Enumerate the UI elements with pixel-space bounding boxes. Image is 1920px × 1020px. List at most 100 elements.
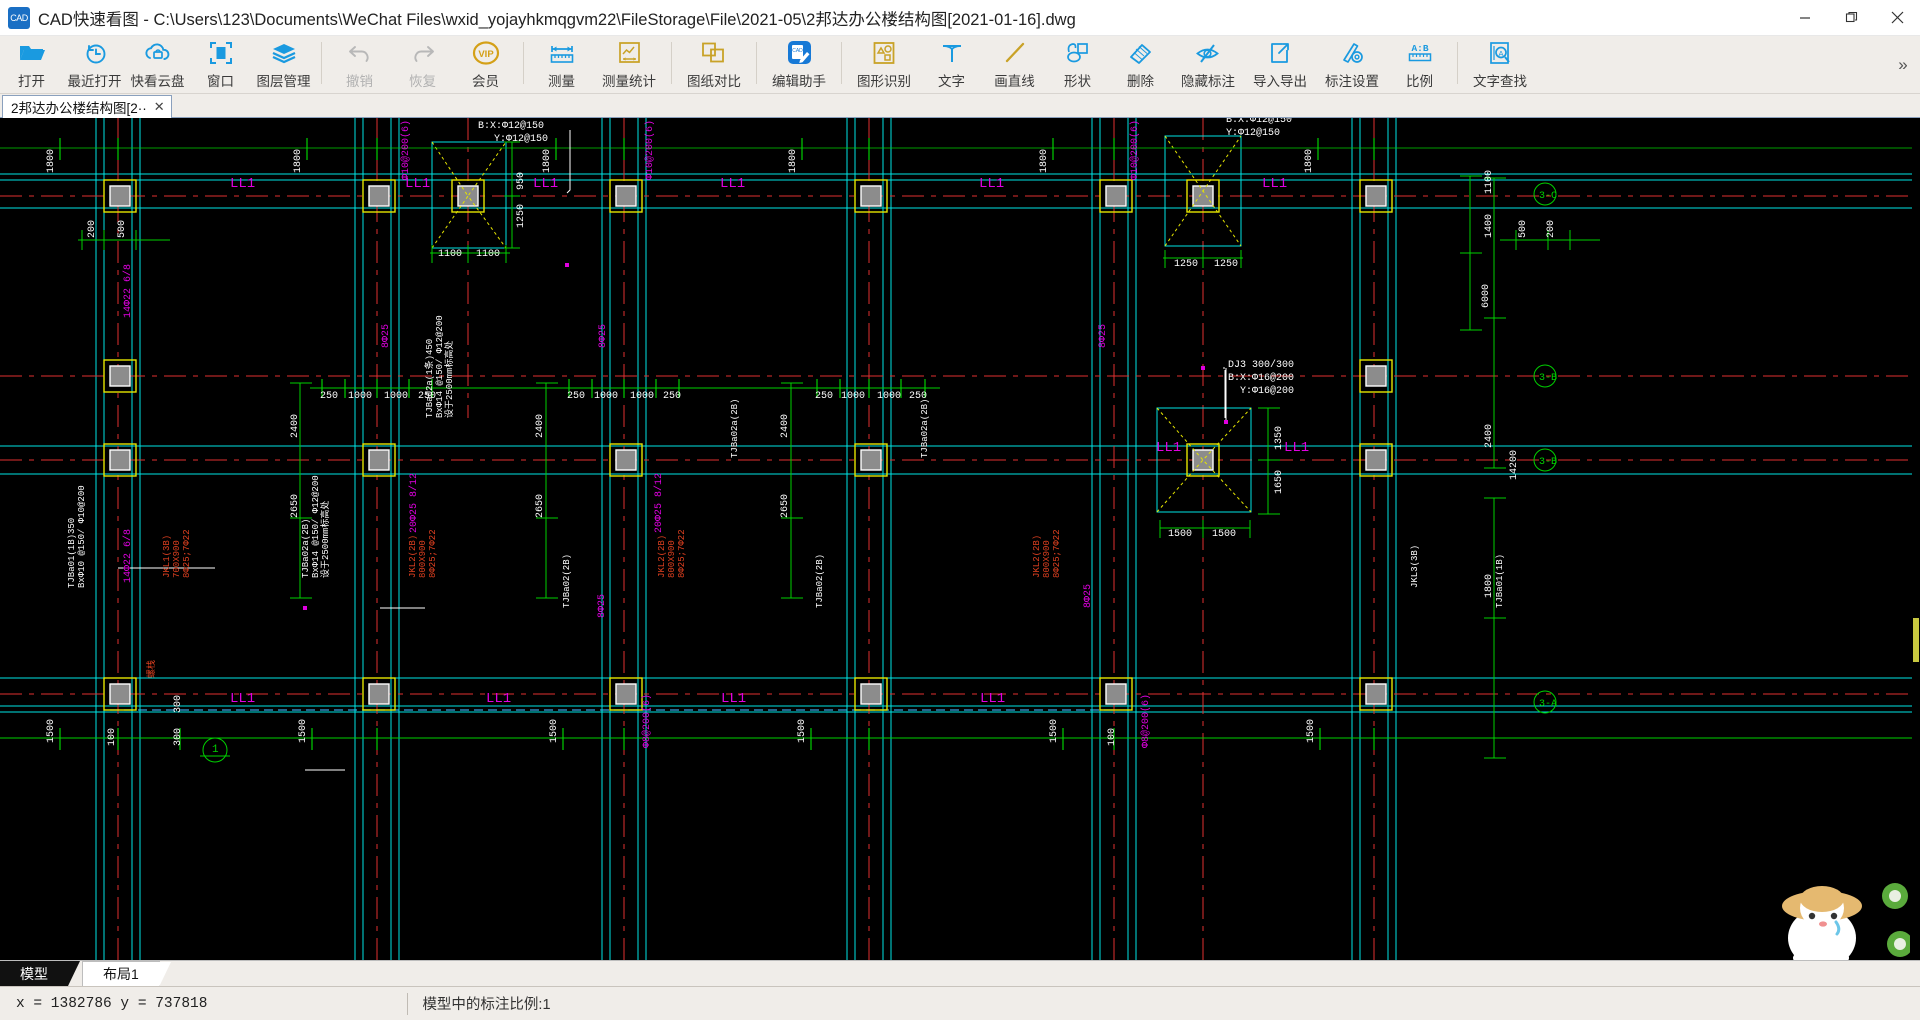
svg-text:螺栈: 螺栈: [145, 660, 157, 678]
tool-label: 测量: [548, 74, 575, 89]
tool-label: 标注设置: [1325, 74, 1379, 89]
tool-cloud-disk[interactable]: 快看云盘: [126, 36, 189, 94]
structural-foundation-plan-svg: .cy{stroke:#00e5e5;fill:none;stroke-widt…: [0, 118, 1920, 960]
title-bar: CAD CAD快速看图 - C:\Users\123\Documents\WeC…: [0, 0, 1920, 36]
svg-text:500: 500: [1518, 220, 1529, 238]
svg-text:Φ10@200(6): Φ10@200(6): [1129, 120, 1141, 180]
tool-label: 最近打开: [67, 74, 122, 89]
svg-text:1800: 1800: [788, 149, 799, 173]
toolbar-overflow-button[interactable]: »: [1886, 36, 1920, 94]
tool-label: 图纸对比: [687, 74, 741, 89]
svg-text:TJBa01(1B)350: TJBa01(1B)350: [67, 518, 77, 588]
svg-text:JKL1(3B): JKL1(3B): [162, 535, 172, 578]
tool-label: 比例: [1406, 74, 1433, 89]
tool-measure[interactable]: 测量: [530, 36, 593, 94]
svg-text:8Φ25: 8Φ25: [1083, 584, 1094, 608]
tool-edit-assistant[interactable]: CAD 编辑助手: [763, 36, 835, 94]
tool-label: 图层管理: [256, 74, 311, 89]
close-icon[interactable]: ✕: [154, 99, 165, 115]
svg-text:100: 100: [1107, 728, 1118, 746]
svg-text:Φ10@200(6): Φ10@200(6): [400, 120, 412, 180]
svg-text:2400: 2400: [780, 414, 791, 438]
draw-line-icon: [1003, 40, 1027, 66]
tool-compare-drawings[interactable]: 图纸对比: [678, 36, 750, 94]
svg-text:LL1: LL1: [1156, 440, 1181, 456]
tool-open[interactable]: 打开: [0, 36, 63, 94]
svg-text:1100: 1100: [476, 249, 500, 260]
tool-undo[interactable]: 撤销: [328, 36, 391, 94]
svg-text:8Φ25;7Φ22: 8Φ25;7Φ22: [677, 529, 687, 578]
svg-text:6000: 6000: [1481, 284, 1492, 308]
tool-redo[interactable]: 恢复: [391, 36, 454, 94]
cloud-lock-icon: [144, 40, 172, 66]
minimize-button[interactable]: [1782, 0, 1828, 36]
svg-text:LL1: LL1: [979, 176, 1004, 192]
svg-text:14200: 14200: [1509, 450, 1520, 480]
svg-text:20Φ25 8/12: 20Φ25 8/12: [408, 473, 420, 533]
svg-text:800X900: 800X900: [667, 540, 677, 578]
tool-scale[interactable]: A:B 比例: [1388, 36, 1451, 94]
svg-text:1800: 1800: [293, 149, 304, 173]
svg-text:TJBa02a(2B): TJBa02a(2B): [301, 519, 311, 578]
svg-text:800X900: 800X900: [418, 540, 428, 578]
svg-text:BxΦ14 @150/ Φ12@200: BxΦ14 @150/ Φ12@200: [435, 315, 445, 418]
layout-tab-layout1[interactable]: 布局1: [82, 961, 171, 987]
svg-text:1000: 1000: [841, 391, 865, 402]
tool-label: 快看云盘: [130, 74, 185, 89]
svg-text:设于2500mm标高处: 设于2500mm标高处: [443, 341, 455, 418]
tool-window[interactable]: 窗口: [189, 36, 252, 94]
tool-label: 恢复: [409, 74, 436, 89]
layout-tab-model[interactable]: 模型: [0, 961, 80, 986]
svg-text:14Φ22 6/8: 14Φ22 6/8: [122, 264, 134, 318]
svg-text:3-A: 3-A: [1539, 699, 1557, 710]
tool-annotation-settings[interactable]: 标注设置: [1316, 36, 1388, 94]
tool-label: 文字: [938, 74, 965, 89]
tool-text[interactable]: 文字: [920, 36, 983, 94]
tool-label: 删除: [1127, 74, 1154, 89]
tool-hide-annotation[interactable]: 隐藏标注: [1172, 36, 1244, 94]
svg-text:250: 250: [320, 391, 338, 402]
tool-label: 图形识别: [857, 74, 911, 89]
svg-text:A: A: [1498, 49, 1503, 58]
tool-layer-manager[interactable]: 图层管理: [252, 36, 315, 94]
svg-text:200: 200: [87, 220, 98, 238]
svg-text:250: 250: [567, 391, 585, 402]
svg-text:TJBa02a(2B): TJBa02a(2B): [730, 399, 740, 458]
svg-text:LL1: LL1: [486, 691, 511, 707]
close-button[interactable]: [1874, 0, 1920, 36]
cad-drawing-canvas[interactable]: .cy{stroke:#00e5e5;fill:none;stroke-widt…: [0, 118, 1920, 960]
svg-text:1800: 1800: [46, 149, 57, 173]
tool-delete[interactable]: 删除: [1109, 36, 1172, 94]
tool-label: 文字查找: [1473, 74, 1527, 89]
measure-ruler-icon: [549, 40, 575, 66]
canvas-scroll-thumb[interactable]: [1913, 618, 1919, 662]
tool-import-export[interactable]: 导入导出: [1244, 36, 1316, 94]
svg-text:JKL2(2B): JKL2(2B): [408, 535, 418, 578]
tool-vip[interactable]: VIP 会员: [454, 36, 517, 94]
canvas-scroll-rail[interactable]: [1912, 118, 1920, 960]
document-tab[interactable]: 2邦达办公楼结构图[2·· ✕: [2, 95, 172, 118]
svg-text:1000: 1000: [594, 391, 618, 402]
svg-text:TJBa02a(2B): TJBa02a(2B): [920, 399, 930, 458]
status-bar: x = 1382786 y = 737818 模型中的标注比例:1: [0, 986, 1920, 1020]
tool-recent-open[interactable]: 最近打开: [63, 36, 126, 94]
tool-label: 会员: [472, 74, 499, 89]
app-icon: CAD: [8, 6, 30, 29]
svg-text:1500: 1500: [549, 719, 560, 743]
svg-text:8Φ25: 8Φ25: [597, 594, 608, 618]
tool-shapes[interactable]: 形状: [1046, 36, 1109, 94]
layers-icon: [271, 40, 297, 66]
svg-text:1000: 1000: [384, 391, 408, 402]
tool-measure-stats[interactable]: 测量统计: [593, 36, 665, 94]
scale-ratio-icon: A:B: [1406, 40, 1434, 66]
svg-text:1000: 1000: [630, 391, 654, 402]
tool-draw-line[interactable]: 画直线: [983, 36, 1046, 94]
maximize-restore-button[interactable]: [1828, 0, 1874, 36]
svg-text:2400: 2400: [1484, 424, 1495, 448]
annotation-settings-icon: [1340, 40, 1365, 66]
svg-text:JKL2(2B): JKL2(2B): [657, 535, 667, 578]
tool-label: 打开: [18, 74, 45, 89]
svg-text:2400: 2400: [290, 414, 301, 438]
tool-text-search[interactable]: A 文字查找: [1464, 36, 1536, 94]
tool-shape-recognition[interactable]: 图形识别: [848, 36, 920, 94]
